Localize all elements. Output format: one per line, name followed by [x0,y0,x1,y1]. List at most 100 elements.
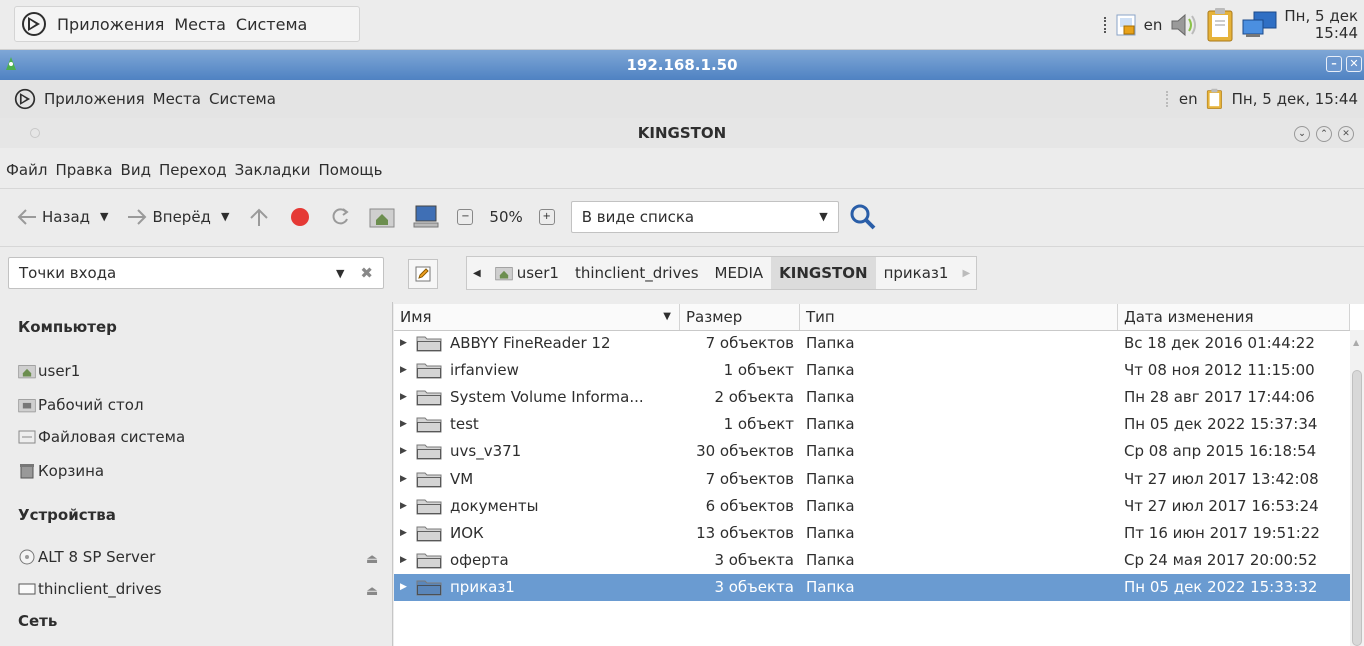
host-lang-indicator[interactable]: en [1144,16,1163,34]
reload-icon[interactable] [329,206,351,228]
host-menu-places[interactable]: Места [174,15,226,34]
sidebar-item-filesystem[interactable]: Файловая система [18,428,185,446]
window-menu-icon[interactable] [30,128,40,138]
remote-lang-indicator[interactable]: en [1179,90,1198,108]
back-button[interactable]: Назад [16,207,90,227]
file-name: оферта [450,550,509,569]
sidebar-item-label: ALT 8 SP Server [38,548,156,566]
column-size-header[interactable]: Размер [680,304,800,330]
folder-icon [416,525,442,542]
column-name-header[interactable]: Имя ▼ [394,304,680,330]
remote-menu-logo-icon[interactable] [14,88,36,110]
expander-icon[interactable]: ▶ [400,330,407,357]
table-row[interactable]: ▶ irfanview 1 объект Папка Чт 08 ноя 2012 11… [394,357,1350,384]
folder-icon [416,362,442,379]
scrollbar-thumb[interactable] [1352,370,1362,646]
sidebar-item-desktop[interactable]: Рабочий стол [18,396,144,414]
expander-icon[interactable]: ▶ [400,547,407,574]
breadcrumb-prikaz1[interactable]: приказ1 [876,257,957,289]
zoom-in-button[interactable]: + [538,208,555,225]
table-row[interactable]: ▶ документы 6 объектов Папка Чт 27 июл 2017 … [394,493,1350,520]
table-row[interactable]: ▶ System Volume Informa... 2 объекта Папка П… [394,384,1350,411]
menu-help[interactable]: Помощь [318,161,382,179]
back-history-dropdown-icon[interactable]: ▼ [100,210,108,223]
remote-menu-places[interactable]: Места [153,90,201,108]
table-row[interactable]: ▶ оферта 3 объекта Папка Ср 24 мая 2017 20:0… [394,547,1350,574]
computer-icon[interactable] [413,205,439,229]
file-name: VM [450,469,474,488]
forward-button[interactable]: Вперёд [126,207,211,227]
sidebar-item-thinclient-drives[interactable]: thinclient_drives [18,580,162,598]
remote-menu-applications[interactable]: Приложения [44,90,145,108]
expander-icon[interactable]: ▶ [400,411,407,438]
breadcrumb-user1[interactable]: user1 [487,257,567,289]
expander-icon[interactable]: ▶ [400,520,407,547]
file-size: 30 объектов [696,442,794,461]
sidebar-item-label: Файловая система [38,428,186,446]
maximize-button[interactable]: ⌃ [1316,126,1332,142]
breadcrumb-media[interactable]: MEDIA [707,257,772,289]
table-row[interactable]: ▶ test 1 объект Папка Пн 05 дек 2022 15:37:3… [394,411,1350,438]
volume-icon[interactable] [1168,11,1200,39]
column-modified-header[interactable]: Дата изменения [1118,304,1350,330]
vertical-scrollbar[interactable]: ▲ [1350,330,1364,646]
close-button[interactable]: ✕ [1346,56,1362,72]
expander-icon[interactable]: ▶ [400,574,407,601]
host-menu-applications[interactable]: Приложения [57,15,164,34]
up-arrow-icon[interactable] [247,206,271,228]
network-icon[interactable] [1242,10,1278,40]
breadcrumb-kingston[interactable]: KINGSTON [771,257,876,289]
expander-icon[interactable]: ▶ [400,493,407,520]
clipboard-icon[interactable] [1206,7,1236,43]
sidebar-item-alt-server[interactable]: ALT 8 SP Server [18,548,155,566]
home-folder-icon[interactable] [369,206,395,228]
close-sidebar-icon[interactable]: ✖ [360,264,373,282]
edit-location-button[interactable] [408,259,438,289]
table-row[interactable]: ▶ VM 7 объектов Папка Чт 27 июл 2017 13:42:0… [394,466,1350,493]
expander-icon[interactable]: ▶ [400,466,407,493]
remote-clock[interactable]: Пн, 5 дек, 15:44 [1232,90,1358,108]
sidebar-mode-select[interactable]: Точки входа ▼ ✖ [8,257,384,289]
menu-edit[interactable]: Правка [55,161,112,179]
eject-icon[interactable]: ⏏ [366,584,378,599]
sidebar-item-user1[interactable]: user1 [18,362,80,380]
expander-icon[interactable]: ▶ [400,357,407,384]
lock-screen-icon[interactable] [1116,13,1138,37]
menu-view[interactable]: Вид [121,161,151,179]
breadcrumb-scroll-right-icon[interactable]: ▶ [956,257,976,289]
minimize-button[interactable]: – [1326,56,1342,72]
menu-file[interactable]: Файл [6,161,47,179]
remote-menu-system[interactable]: Система [209,90,276,108]
sidebar-item-trash[interactable]: Корзина [18,462,104,480]
table-row[interactable]: ▶ ИОК 13 объектов Папка Пт 16 июн 2017 19:51… [394,520,1350,547]
search-icon[interactable] [849,203,877,231]
close-button[interactable]: ✕ [1338,126,1354,142]
expander-icon[interactable]: ▶ [400,384,407,411]
chevron-down-icon: ▼ [819,210,828,223]
breadcrumb-scroll-left-icon[interactable]: ◀ [467,257,487,289]
view-mode-select[interactable]: В виде списка ▼ [570,200,839,233]
host-clock[interactable]: Пн, 5 дек 15:44 [1284,7,1358,42]
menu-bookmarks[interactable]: Закладки [235,161,311,179]
scroll-up-arrow-icon[interactable]: ▲ [1353,338,1359,347]
table-row[interactable]: ▶ приказ1 3 объекта Папка Пн 05 дек 2022 15:… [394,573,1350,601]
zoom-out-button[interactable]: − [457,208,474,225]
clipboard-icon[interactable] [1206,88,1224,110]
menu-go[interactable]: Переход [159,161,227,179]
file-manager-title: KINGSTON [637,124,727,142]
file-modified: Ср 24 мая 2017 20:00:52 [1124,550,1318,569]
table-row[interactable]: ▶ uvs_v371 30 объектов Папка Ср 08 апр 2015 … [394,438,1350,465]
forward-history-dropdown-icon[interactable]: ▼ [221,210,229,223]
remote-tray: en Пн, 5 дек, 15:44 [1165,88,1358,110]
sidebar-header-computer: Компьютер [18,318,117,336]
column-type-header[interactable]: Тип [800,304,1118,330]
filesystem-icon [18,430,36,444]
host-menu-system[interactable]: Система [236,15,307,34]
breadcrumb-thinclient-drives[interactable]: thinclient_drives [567,257,707,289]
table-row[interactable]: ▶ ABBYY FineReader 12 7 объектов Папка Вс 18… [394,330,1350,357]
expander-icon[interactable]: ▶ [400,438,407,465]
eject-icon[interactable]: ⏏ [366,552,378,567]
stop-icon[interactable] [289,206,311,228]
main-menu-logo-icon[interactable] [21,11,47,37]
minimize-button[interactable]: ⌄ [1294,126,1310,142]
